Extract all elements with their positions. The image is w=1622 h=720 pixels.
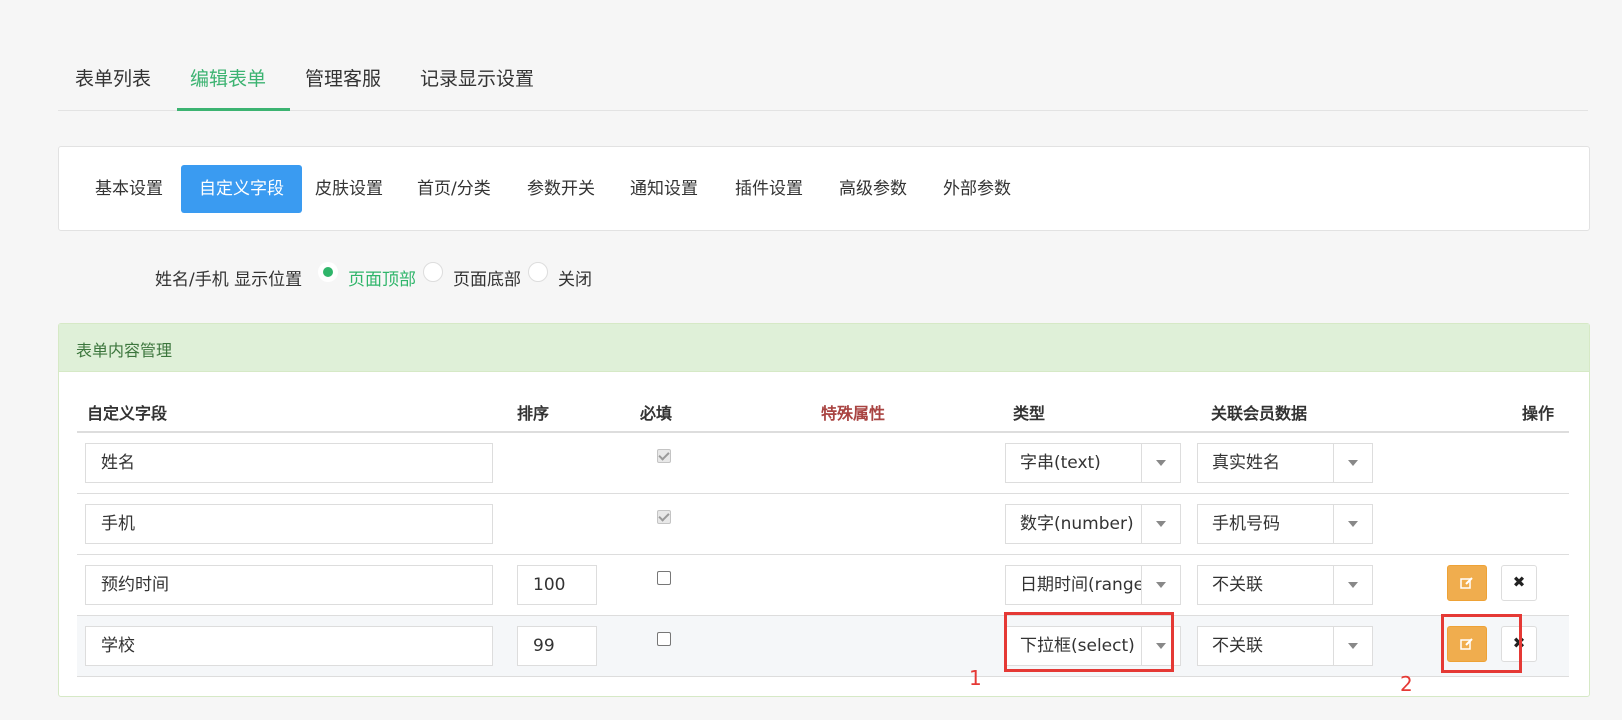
subtab-param-switch[interactable]: 参数开关 [509,165,613,213]
annotation-number-2: 2 [1400,672,1413,696]
delete-button[interactable]: ✖ [1501,565,1537,601]
subtab-external[interactable]: 外部参数 [925,165,1029,213]
required-checkbox[interactable] [657,632,671,646]
tab-record-display[interactable]: 记录显示设置 [420,64,534,91]
type-select[interactable]: 日期时间(range) [1005,565,1181,605]
highlight-box-edit-button [1441,614,1522,673]
member-select-value: 不关联 [1212,575,1263,595]
member-select-value: 真实姓名 [1212,453,1280,473]
radio-page-top[interactable] [318,262,338,282]
radio-close[interactable] [528,262,548,282]
field-name-input[interactable]: 手机 [85,504,493,544]
annotation-number-1: 1 [969,666,982,690]
member-select-value: 手机号码 [1212,514,1280,534]
table-row: 手机 数字(number) 手机号码 [77,494,1569,555]
radio-page-top-label[interactable]: 页面顶部 [348,265,416,290]
subtab-advanced[interactable]: 高级参数 [821,165,925,213]
type-select[interactable]: 数字(number) [1005,504,1181,544]
member-data-select[interactable]: 真实姓名 [1197,443,1373,483]
order-input[interactable]: 99 [517,626,597,666]
panel-header: 表单内容管理 [59,324,1589,372]
member-select-value: 不关联 [1212,636,1263,656]
member-data-select[interactable]: 不关联 [1197,626,1373,666]
type-select-value: 数字(number) [1020,514,1134,534]
required-checkbox [657,510,671,524]
form-content-panel: 表单内容管理 自定义字段 排序 必填 特殊属性 类型 关联会员数据 操作 姓名 … [58,323,1590,697]
field-name-input[interactable]: 预约时间 [85,565,493,605]
field-name-input[interactable]: 姓名 [85,443,493,483]
radio-page-bottom-label[interactable]: 页面底部 [453,265,521,290]
order-input[interactable]: 100 [517,565,597,605]
radio-close-label[interactable]: 关闭 [558,265,592,290]
subtab-home-category[interactable]: 首页/分类 [399,165,509,213]
header-required: 必填 [640,404,673,423]
chevron-down-icon [1141,444,1180,482]
tab-edit-form[interactable]: 编辑表单 [190,64,266,91]
subtab-plugins[interactable]: 插件设置 [717,165,821,213]
chevron-down-icon [1141,505,1180,543]
table-row: 预约时间 100 日期时间(range) 不关联 ✖ [77,555,1569,616]
highlight-box-type-select [1004,612,1174,672]
header-type: 类型 [1013,404,1046,423]
header-operations: 操作 [1522,404,1555,423]
field-name-input[interactable]: 学校 [85,626,493,666]
edit-button[interactable] [1447,565,1487,601]
table-row: 学校 99 下拉框(select) 不关联 ✖ [77,616,1569,677]
type-select-value: 日期时间(range) [1020,575,1151,595]
header-order: 排序 [517,404,550,423]
type-select-value: 字串(text) [1020,453,1101,473]
close-icon: ✖ [1512,573,1526,591]
header-special-attrs: 特殊属性 [821,404,886,423]
table-row: 姓名 字串(text) 真实姓名 [77,433,1569,494]
member-data-select[interactable]: 不关联 [1197,565,1373,605]
subtab-notify[interactable]: 通知设置 [612,165,716,213]
chevron-down-icon [1333,627,1372,665]
chevron-down-icon [1141,566,1180,604]
settings-tab-bar: 基本设置 自定义字段 皮肤设置 首页/分类 参数开关 通知设置 插件设置 高级参… [58,146,1590,231]
edit-icon [1460,577,1473,589]
required-checkbox[interactable] [657,571,671,585]
active-tab-indicator [177,108,290,111]
display-position-label: 姓名/手机 显示位置 [155,270,303,290]
header-member-data: 关联会员数据 [1211,404,1308,423]
subtab-basic[interactable]: 基本设置 [77,165,181,213]
header-custom-field: 自定义字段 [87,404,168,423]
subtab-custom-fields[interactable]: 自定义字段 [181,165,302,213]
tab-form-list[interactable]: 表单列表 [75,64,151,91]
type-select[interactable]: 字串(text) [1005,443,1181,483]
top-tab-bar: 表单列表 编辑表单 管理客服 记录显示设置 [58,40,1588,111]
tab-manage-service[interactable]: 管理客服 [305,64,381,91]
member-data-select[interactable]: 手机号码 [1197,504,1373,544]
required-checkbox [657,449,671,463]
chevron-down-icon [1333,566,1372,604]
chevron-down-icon [1333,505,1372,543]
panel-title: 表单内容管理 [76,341,173,360]
radio-page-bottom[interactable] [423,262,443,282]
chevron-down-icon [1333,444,1372,482]
subtab-skin[interactable]: 皮肤设置 [297,165,401,213]
